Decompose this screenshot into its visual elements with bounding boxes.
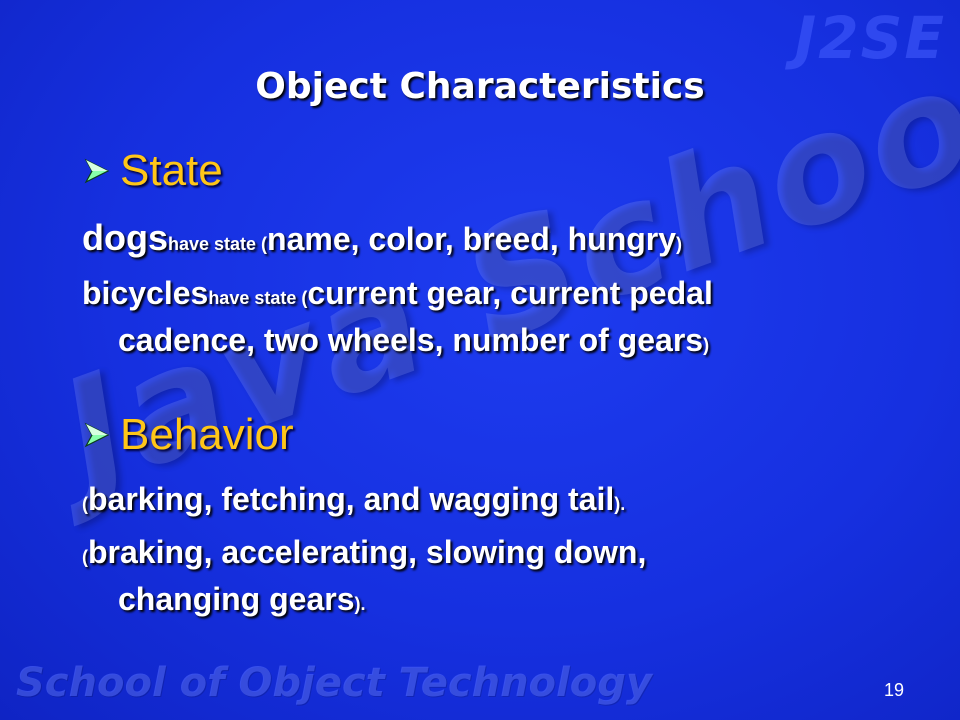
state-heading-text: State (120, 146, 223, 195)
arrowhead-bullet-icon (84, 422, 110, 448)
dog-behavior-close: ). (614, 494, 626, 514)
slide-title: Object Characteristics (255, 66, 705, 107)
bicycles-end: ) (703, 335, 710, 355)
bicycle-behavior-indent: changing gears). (82, 578, 882, 625)
dogs-list: name, color, breed, hungry (267, 221, 677, 257)
behavior-heading-text: Behavior (120, 410, 294, 459)
bicycle-behavior-text-line1: braking, accelerating, slowing down, (88, 534, 647, 570)
bicycles-list-line1: current gear, current pedal (307, 275, 713, 311)
watermark-school-of-object-technology: School of Object Technology (16, 660, 652, 706)
slide: Java School J2SE School of Object Techno… (0, 0, 960, 720)
behavior-heading: Behavior (82, 410, 294, 460)
dogs-subject: dogs (82, 217, 168, 258)
dogs-end: ) (676, 234, 683, 254)
dog-behavior-line: (barking, fetching, and wagging tail). (82, 478, 882, 525)
dogs-state-line: dogshave state (name, color, breed, hung… (82, 217, 882, 265)
watermark-j2se: J2SE (794, 4, 946, 72)
bicycle-behavior-close: ). (354, 594, 366, 614)
bicycle-behavior-line: (braking, accelerating, slowing down, ch… (82, 531, 882, 625)
bicycles-indent: cadence, two wheels, number of gears) (82, 319, 882, 366)
bicycles-mid: have state ( (208, 288, 308, 308)
page-number: 19 (883, 680, 904, 700)
bicycles-subject: bicycles (82, 275, 209, 311)
bicycles-state-line: bicycleshave state (current gear, curren… (82, 272, 882, 366)
arrowhead-bullet-icon (84, 158, 110, 184)
dogs-mid: have state ( (168, 234, 268, 254)
dog-behavior-text: barking, fetching, and wagging tail (88, 481, 615, 517)
state-heading: State (82, 146, 223, 196)
bicycles-list-line2: cadence, two wheels, number of gears (118, 322, 704, 358)
bicycle-behavior-text-line2: changing gears (118, 581, 355, 617)
